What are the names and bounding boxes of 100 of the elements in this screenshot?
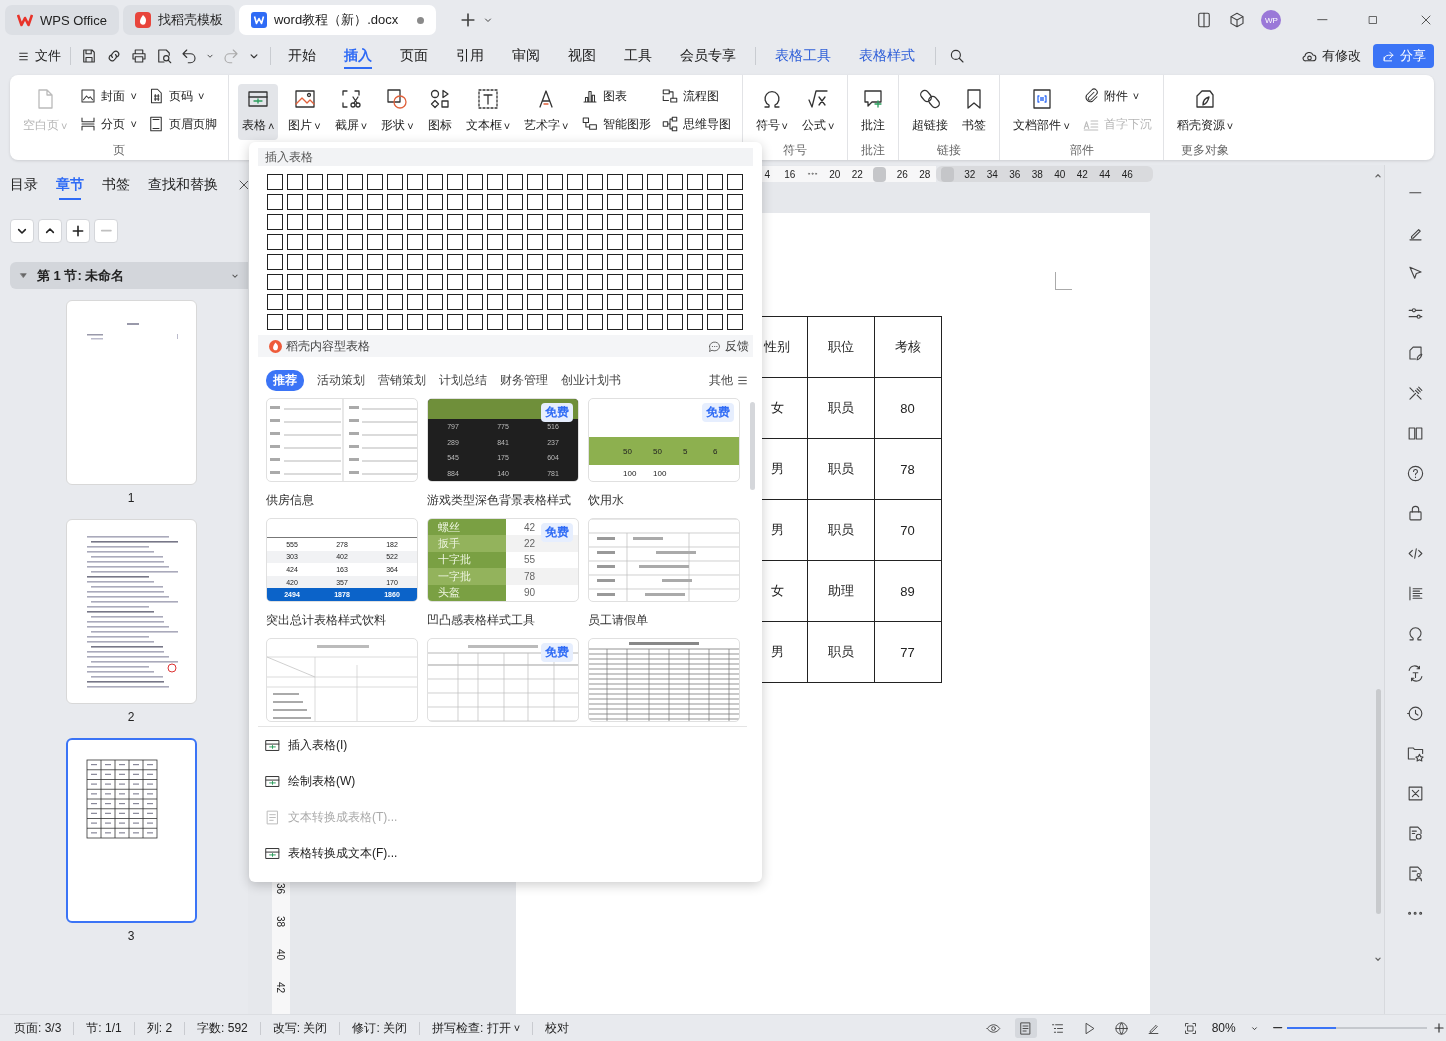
- ribbon-button[interactable]: 符号 ˅: [751, 84, 792, 140]
- table-size-cell[interactable]: [687, 314, 703, 330]
- table-size-cell[interactable]: [347, 234, 363, 250]
- table-size-cell[interactable]: [327, 274, 343, 290]
- table-size-cell[interactable]: [627, 294, 643, 310]
- table-size-cell[interactable]: [487, 214, 503, 230]
- category-tab[interactable]: 创业计划书: [561, 371, 621, 389]
- table-size-cell[interactable]: [367, 174, 383, 190]
- ribbon-button[interactable]: 流程图: [658, 84, 733, 108]
- table-size-cell[interactable]: [547, 234, 563, 250]
- menu-tab[interactable]: 插入: [330, 40, 386, 72]
- table-size-cell[interactable]: [487, 294, 503, 310]
- table-size-cell[interactable]: [447, 294, 463, 310]
- table-size-cell[interactable]: [647, 174, 663, 190]
- table-size-cell[interactable]: [567, 314, 583, 330]
- table-size-cell[interactable]: [507, 214, 523, 230]
- panel-tab[interactable]: 书签: [102, 176, 130, 202]
- ribbon-button[interactable]: 表格 ˄: [237, 84, 279, 140]
- table-size-cell[interactable]: [647, 254, 663, 270]
- table-size-cell[interactable]: [667, 174, 683, 190]
- category-tab[interactable]: 财务管理: [500, 371, 548, 389]
- table-size-cell[interactable]: [427, 314, 443, 330]
- table-size-cell[interactable]: [427, 234, 443, 250]
- table-size-cell[interactable]: [687, 254, 703, 270]
- table-size-cell[interactable]: [707, 274, 723, 290]
- table-size-cell[interactable]: [727, 174, 743, 190]
- table-size-cell[interactable]: [287, 294, 303, 310]
- table-size-cell[interactable]: [407, 274, 423, 290]
- ribbon-button[interactable]: 书签: [958, 84, 991, 140]
- table-size-cell[interactable]: [727, 254, 743, 270]
- table-size-cell[interactable]: [467, 274, 483, 290]
- table-size-cell[interactable]: [707, 254, 723, 270]
- table-size-cell[interactable]: [427, 274, 443, 290]
- ribbon-button[interactable]: 页码 ˅: [144, 84, 219, 108]
- table-size-cell[interactable]: [387, 254, 403, 270]
- table-size-cell[interactable]: [607, 214, 623, 230]
- table-size-cell[interactable]: [307, 254, 323, 270]
- table-size-cell[interactable]: [687, 174, 703, 190]
- table-size-cell[interactable]: [667, 314, 683, 330]
- table-size-cell[interactable]: [447, 234, 463, 250]
- table-size-cell[interactable]: [447, 274, 463, 290]
- table-size-cell[interactable]: [627, 214, 643, 230]
- table-size-cell[interactable]: [627, 194, 643, 210]
- table-size-cell[interactable]: [507, 294, 523, 310]
- table-size-cell[interactable]: [327, 214, 343, 230]
- category-tab[interactable]: 营销策划: [378, 371, 426, 389]
- table-size-cell[interactable]: [367, 294, 383, 310]
- ribbon-button[interactable]: 分页 ˅: [77, 112, 139, 136]
- table-size-cell[interactable]: [347, 254, 363, 270]
- table-size-cell[interactable]: [667, 294, 683, 310]
- section-header[interactable]: 第 1 节: 未命名: [10, 262, 248, 289]
- table-size-cell[interactable]: [347, 274, 363, 290]
- table-size-cell[interactable]: [607, 234, 623, 250]
- template-card[interactable]: 50 50 5 6 100 100 免费: [588, 398, 740, 482]
- ribbon-button[interactable]: 页眉页脚: [144, 112, 219, 136]
- table-size-cell[interactable]: [627, 174, 643, 190]
- scrollbar-thumb[interactable]: [750, 402, 755, 490]
- menu-tab[interactable]: 引用: [442, 40, 498, 72]
- table-size-cell[interactable]: [567, 194, 583, 210]
- table-size-cell[interactable]: [267, 294, 283, 310]
- panel-tab[interactable]: 查找和替换: [148, 176, 218, 202]
- table-size-cell[interactable]: [567, 234, 583, 250]
- template-card[interactable]: 螺丝 42 扳手 22 十字批 55 一字批 78 头盔 90 免费: [427, 518, 579, 602]
- table-size-cell[interactable]: [527, 274, 543, 290]
- table-size-cell[interactable]: [547, 314, 563, 330]
- menu-tab[interactable]: 表格工具: [761, 40, 845, 72]
- table-size-cell[interactable]: [587, 294, 603, 310]
- table-size-cell[interactable]: [687, 234, 703, 250]
- table-size-cell[interactable]: [727, 214, 743, 230]
- table-size-cell[interactable]: [507, 314, 523, 330]
- table-size-cell[interactable]: [607, 254, 623, 270]
- window-tab[interactable]: word教程（新）.docx: [238, 5, 436, 35]
- table-size-cell[interactable]: [407, 214, 423, 230]
- table-size-cell[interactable]: [427, 194, 443, 210]
- menu-tab[interactable]: 会员专享: [666, 40, 750, 72]
- table-size-cell[interactable]: [327, 194, 343, 210]
- ribbon-button[interactable]: 封面 ˅: [77, 84, 139, 108]
- table-size-cell[interactable]: [327, 254, 343, 270]
- ribbon-button[interactable]: 形状 ˅: [377, 84, 418, 140]
- section-control-button[interactable]: [38, 219, 62, 243]
- table-size-cell[interactable]: [587, 274, 603, 290]
- category-tab[interactable]: 推荐: [266, 369, 304, 391]
- table-size-cell[interactable]: [587, 234, 603, 250]
- table-size-cell[interactable]: [687, 214, 703, 230]
- table-size-cell[interactable]: [327, 314, 343, 330]
- table-size-cell[interactable]: [367, 234, 383, 250]
- table-size-cell[interactable]: [627, 234, 643, 250]
- table-size-cell[interactable]: [287, 174, 303, 190]
- table-size-cell[interactable]: [387, 234, 403, 250]
- table-size-cell[interactable]: [447, 314, 463, 330]
- table-size-cell[interactable]: [347, 214, 363, 230]
- table-size-cell[interactable]: [507, 274, 523, 290]
- table-size-cell[interactable]: [707, 214, 723, 230]
- table-size-cell[interactable]: [367, 214, 383, 230]
- status-item[interactable]: 拼写检查: 打开 ˅: [432, 1019, 521, 1037]
- table-size-cell[interactable]: [547, 214, 563, 230]
- table-size-cell[interactable]: [687, 274, 703, 290]
- ribbon-button[interactable]: 智能图形: [578, 112, 653, 136]
- menu-item[interactable]: 插入表格(I): [258, 727, 348, 763]
- share-button[interactable]: 分享: [1373, 44, 1434, 68]
